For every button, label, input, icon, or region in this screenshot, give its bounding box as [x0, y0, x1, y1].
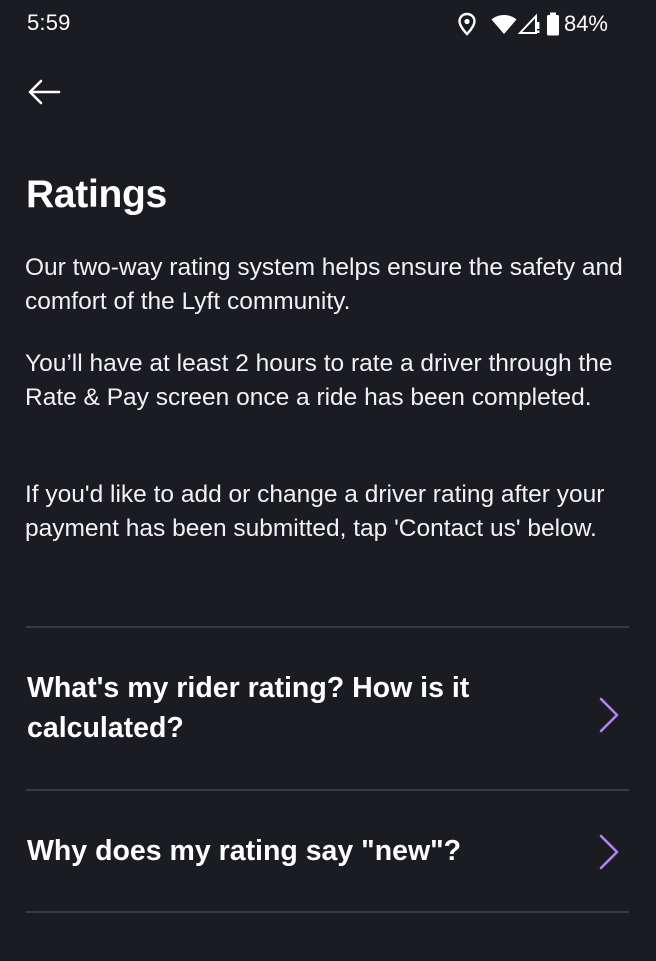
- faq-item-rating-new[interactable]: Why does my rating say "new"?: [26, 791, 629, 911]
- change-rating-paragraph: If you'd like to add or change a driver …: [25, 481, 605, 542]
- page-title: Ratings: [26, 173, 167, 216]
- faq-item-rider-rating[interactable]: What's my rider rating? How is it calcul…: [26, 628, 629, 789]
- faq-item-label: What's my rider rating? How is it calcul…: [27, 672, 470, 744]
- status-time: 5:59: [27, 10, 71, 35]
- intro-paragraph: Our two-way rating system helps ensure t…: [25, 254, 623, 315]
- rate-window-paragraph: You’ll have at least 2 hours to rate a d…: [25, 350, 613, 411]
- divider: [26, 911, 629, 913]
- battery-icon: [546, 12, 560, 36]
- back-button[interactable]: [20, 72, 68, 116]
- arrow-left-icon: [27, 79, 61, 110]
- location-icon: [457, 12, 477, 36]
- chevron-right-icon: [597, 696, 621, 734]
- faq-item-label: Why does my rating say "new"?: [27, 835, 462, 867]
- cell-signal-icon: [517, 13, 540, 35]
- chevron-right-icon: [597, 833, 621, 871]
- battery-percent: 84%: [563, 11, 608, 36]
- status-icons: 84%: [457, 11, 608, 37]
- wifi-icon: [491, 13, 517, 35]
- status-bar: 5:59 84%: [0, 0, 656, 48]
